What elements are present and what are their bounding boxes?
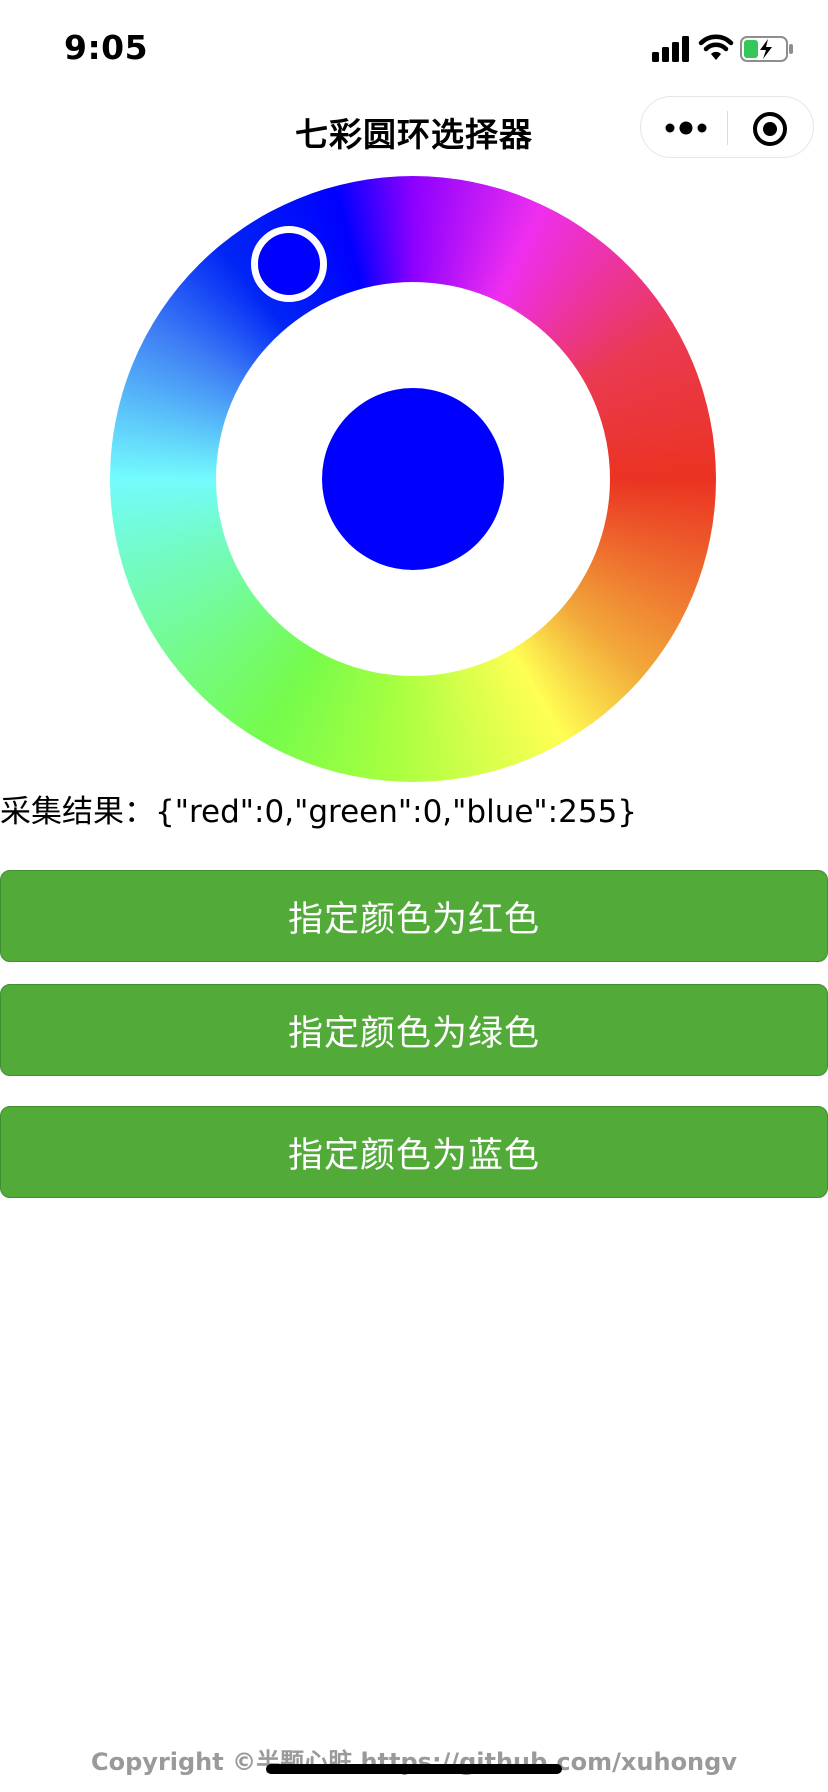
color-ring-picker <box>110 176 716 782</box>
capsule-divider <box>727 111 728 145</box>
target-icon[interactable] <box>752 111 788 147</box>
mini-program-capsule <box>640 96 814 158</box>
color-preview-circle <box>322 388 504 570</box>
wifi-icon <box>698 34 734 60</box>
result-label: 采集结果： <box>0 794 155 830</box>
result-value: {"red":0,"green":0,"blue":255} <box>155 794 638 830</box>
set-red-button[interactable]: 指定颜色为红色 <box>0 870 828 962</box>
home-indicator <box>266 1764 562 1774</box>
ring-handle[interactable] <box>251 226 327 302</box>
set-green-button[interactable]: 指定颜色为绿色 <box>0 984 828 1076</box>
set-blue-button[interactable]: 指定颜色为蓝色 <box>0 1106 828 1198</box>
status-time: 9:05 <box>64 28 149 67</box>
status-bar: 9:05 <box>0 0 828 96</box>
result-line: 采集结果：{"red":0,"green":0,"blue":255} <box>0 786 637 831</box>
battery-charging-icon <box>740 36 793 62</box>
more-icon[interactable] <box>663 113 709 143</box>
nav-bar: 七彩圆环选择器 <box>0 96 828 176</box>
signal-icon <box>652 34 692 62</box>
